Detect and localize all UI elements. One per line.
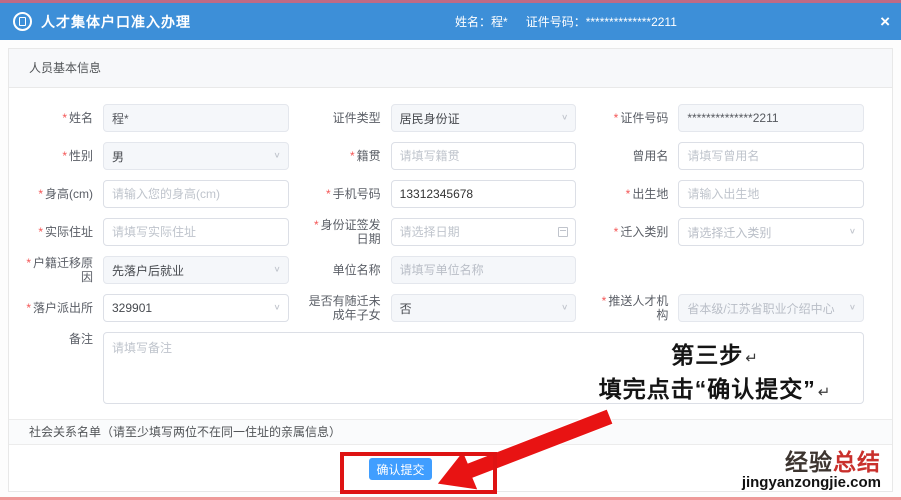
remarks-label: 备注 — [15, 332, 103, 404]
height-label: *身高(cm) — [15, 187, 103, 201]
watermark: 经验总结 jingyanzongjie.com — [742, 450, 881, 491]
cert-no-label: *证件号码 — [590, 111, 678, 125]
id-issue-date-label: *身份证签发日期 — [303, 218, 391, 246]
former-name-input[interactable] — [678, 142, 864, 170]
name-label: *姓名 — [15, 111, 103, 125]
police-station-select[interactable]: 329901∨ — [103, 294, 289, 322]
watermark-brand: 经验总结 — [742, 450, 881, 475]
chevron-down-icon: ∨ — [273, 265, 280, 274]
section-basic-info: 人员基本信息 — [9, 49, 892, 88]
cert-no-input[interactable] — [678, 104, 864, 132]
address-label: *实际住址 — [15, 225, 103, 239]
form-card: 人员基本信息 *姓名 证件类型 居民身份证∨ *证件号码 *性别 男∨ — [8, 48, 893, 492]
company-input[interactable] — [391, 256, 577, 284]
move-in-type-label: *迁入类别 — [590, 225, 678, 239]
header-user-info: 姓名：程* 证件号码：**************2211 — [455, 3, 677, 40]
native-place-input[interactable] — [391, 142, 577, 170]
name-input[interactable] — [103, 104, 289, 132]
talent-agency-select[interactable]: 省本级/江苏省职业介绍中心∨ — [678, 294, 864, 322]
former-name-label: 曾用名 — [590, 149, 678, 163]
migration-reason-label: *户籍迁移原因 — [15, 256, 103, 284]
empty-cell — [590, 256, 878, 284]
close-icon[interactable]: × — [880, 3, 890, 40]
birth-place-label: *出生地 — [590, 187, 678, 201]
calendar-icon — [558, 227, 568, 237]
minor-children-label: 是否有随迁未成年子女 — [303, 294, 391, 322]
address-input[interactable] — [103, 218, 289, 246]
talent-agency-label: *推送人才机构 — [590, 294, 678, 322]
move-in-type-select[interactable]: 请选择迁入类别∨ — [678, 218, 864, 246]
company-label: 单位名称 — [303, 263, 391, 277]
cert-type-select[interactable]: 居民身份证∨ — [391, 104, 577, 132]
mobile-label: *手机号码 — [303, 187, 391, 201]
gender-label: *性别 — [15, 149, 103, 163]
chevron-down-icon: ∨ — [849, 227, 856, 236]
section-social-relations: 社会关系名单（请至少填写两位不在同一住址的亲属信息） — [9, 419, 892, 445]
return-mark-icon: ↵ — [745, 350, 759, 367]
id-issue-date-picker[interactable] — [391, 218, 577, 246]
form-icon — [13, 12, 32, 31]
native-place-label: *籍贯 — [303, 149, 391, 163]
annotation-line1: 第三步↵ — [545, 340, 885, 374]
chevron-down-icon: ∨ — [273, 151, 280, 160]
tutorial-annotation: 第三步↵ 填完点击“确认提交”↵ — [545, 340, 885, 408]
chevron-down-icon: ∨ — [273, 303, 280, 312]
police-station-label: *落户派出所 — [15, 301, 103, 315]
annotation-line2: 填完点击“确认提交”↵ — [545, 374, 885, 408]
gender-select[interactable]: 男∨ — [103, 142, 289, 170]
watermark-domain: jingyanzongjie.com — [742, 475, 881, 491]
return-mark-icon: ↵ — [818, 384, 832, 401]
migration-reason-select[interactable]: 先落户后就业∨ — [103, 256, 289, 284]
highlight-rectangle-annotation — [340, 452, 497, 494]
user-id-number: 证件号码：**************2211 — [526, 13, 677, 30]
chevron-down-icon: ∨ — [561, 113, 568, 122]
minor-children-select[interactable]: 否∨ — [391, 294, 577, 322]
chevron-down-icon: ∨ — [561, 303, 568, 312]
mobile-input[interactable] — [391, 180, 577, 208]
birth-place-input[interactable] — [678, 180, 864, 208]
dialog-header: 人才集体户口准入办理 姓名：程* 证件号码：**************2211… — [0, 3, 901, 40]
user-name: 姓名：程* — [455, 13, 508, 30]
height-input[interactable] — [103, 180, 289, 208]
page-title: 人才集体户口准入办理 — [41, 12, 191, 32]
chevron-down-icon: ∨ — [849, 303, 856, 312]
cert-type-label: 证件类型 — [303, 111, 391, 125]
